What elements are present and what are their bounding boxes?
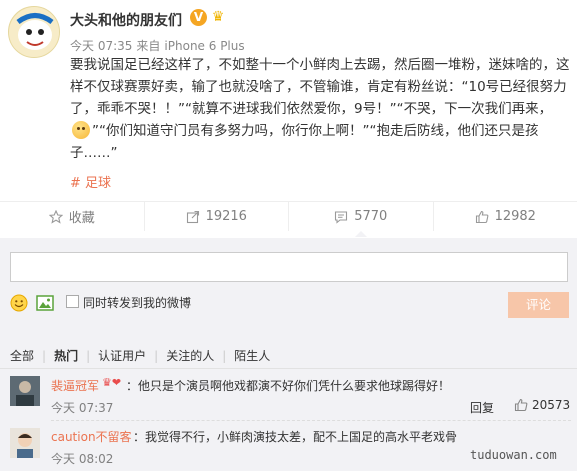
reply-button[interactable]: 回复 <box>470 399 494 416</box>
sad-face-emoji-icon <box>72 121 90 139</box>
comment-button[interactable]: 5770 <box>289 202 434 237</box>
post-text-part1: 要我说国足已经这样了，不如整十一个小鲜肉上去踢，然后圈一堆粉，迷妹啥的，这样不仅… <box>70 57 570 117</box>
comment-text: ：他只是个演员啊他戏都演不好你们凭什么要求他球踢得好！ <box>126 379 451 393</box>
share-icon <box>186 210 199 223</box>
favorite-button[interactable]: 收藏 <box>0 202 145 231</box>
star-icon <box>48 209 63 224</box>
image-icon[interactable] <box>36 294 54 312</box>
post-source[interactable]: iPhone 6 Plus <box>164 39 244 53</box>
comment-count: 5770 <box>354 209 388 224</box>
forward-checkbox[interactable] <box>66 295 79 308</box>
share-button[interactable]: 19216 <box>145 202 289 231</box>
source-prefix: 来自 <box>136 39 161 53</box>
topic-link[interactable]: # 足球 <box>70 172 111 191</box>
filter-following[interactable]: 关注的人 <box>166 347 214 364</box>
commenter-avatar[interactable] <box>10 428 40 458</box>
comment-time: 今天 08:02 <box>51 452 114 466</box>
comment-like-count: 20573 <box>532 398 571 412</box>
post-action-bar: 收藏 19216 5770 12982 <box>0 201 577 237</box>
crown-icon[interactable]: ♛ <box>209 9 227 26</box>
filter-hot[interactable]: 热门 <box>54 347 78 364</box>
comment-icon <box>335 210 348 224</box>
comment-text: ：我觉得不行，小鲜肉演技太差，配不上国足的高水平老戏骨 <box>133 430 458 444</box>
author-name[interactable]: 大头和他的朋友们 <box>70 10 182 30</box>
emoji-icon[interactable] <box>10 294 28 312</box>
comment-divider <box>51 420 571 421</box>
filter-strangers[interactable]: 陌生人 <box>234 347 270 364</box>
post-text: 要我说国足已经这样了，不如整十一个小鲜肉上去踢，然后圈一堆粉，迷妹啥的，这样不仅… <box>70 54 570 164</box>
comment-like-button[interactable]: 20573 <box>514 398 570 412</box>
like-button[interactable]: 12982 <box>434 202 577 231</box>
author-avatar[interactable] <box>8 6 60 58</box>
member-badge-icon[interactable]: ♛❤ <box>102 376 121 389</box>
favorite-label: 收藏 <box>68 211 95 226</box>
commenter-name[interactable]: 裴逼冠军 <box>51 377 99 394</box>
share-count: 19216 <box>205 209 247 224</box>
post-text-part2: ”“你们知道守门员有多努力吗，你行你上啊！”“抱走后防线，他们还只是孩子……” <box>70 123 539 161</box>
filter-divider: | <box>154 348 159 363</box>
filter-divider: | <box>86 348 91 363</box>
verified-badge-icon[interactable]: V <box>190 9 207 26</box>
post-time[interactable]: 今天 07:35 <box>70 39 132 53</box>
thumbs-up-icon <box>514 398 528 412</box>
filter-divider: | <box>222 348 227 363</box>
filter-all[interactable]: 全部 <box>10 347 34 364</box>
comment-filter-bar: 全部 | 热门 | 认证用户 | 关注的人 | 陌生人 <box>0 343 577 369</box>
commenter-name[interactable]: caution不留客 <box>51 428 132 445</box>
filter-verified[interactable]: 认证用户 <box>98 347 146 364</box>
forward-label: 同时转发到我的微博 <box>83 296 192 310</box>
commenter-avatar[interactable] <box>10 376 40 406</box>
filter-divider: | <box>42 348 47 363</box>
comment-input[interactable] <box>10 252 568 282</box>
thumbs-up-icon <box>475 210 488 223</box>
post-meta: 今天 07:35 来自 iPhone 6 Plus <box>70 37 249 54</box>
like-count: 12982 <box>494 209 536 224</box>
watermark: tuduowan.com <box>470 448 557 462</box>
submit-comment-button[interactable]: 评论 <box>508 292 569 318</box>
comment-time: 今天 07:37 <box>51 401 114 415</box>
